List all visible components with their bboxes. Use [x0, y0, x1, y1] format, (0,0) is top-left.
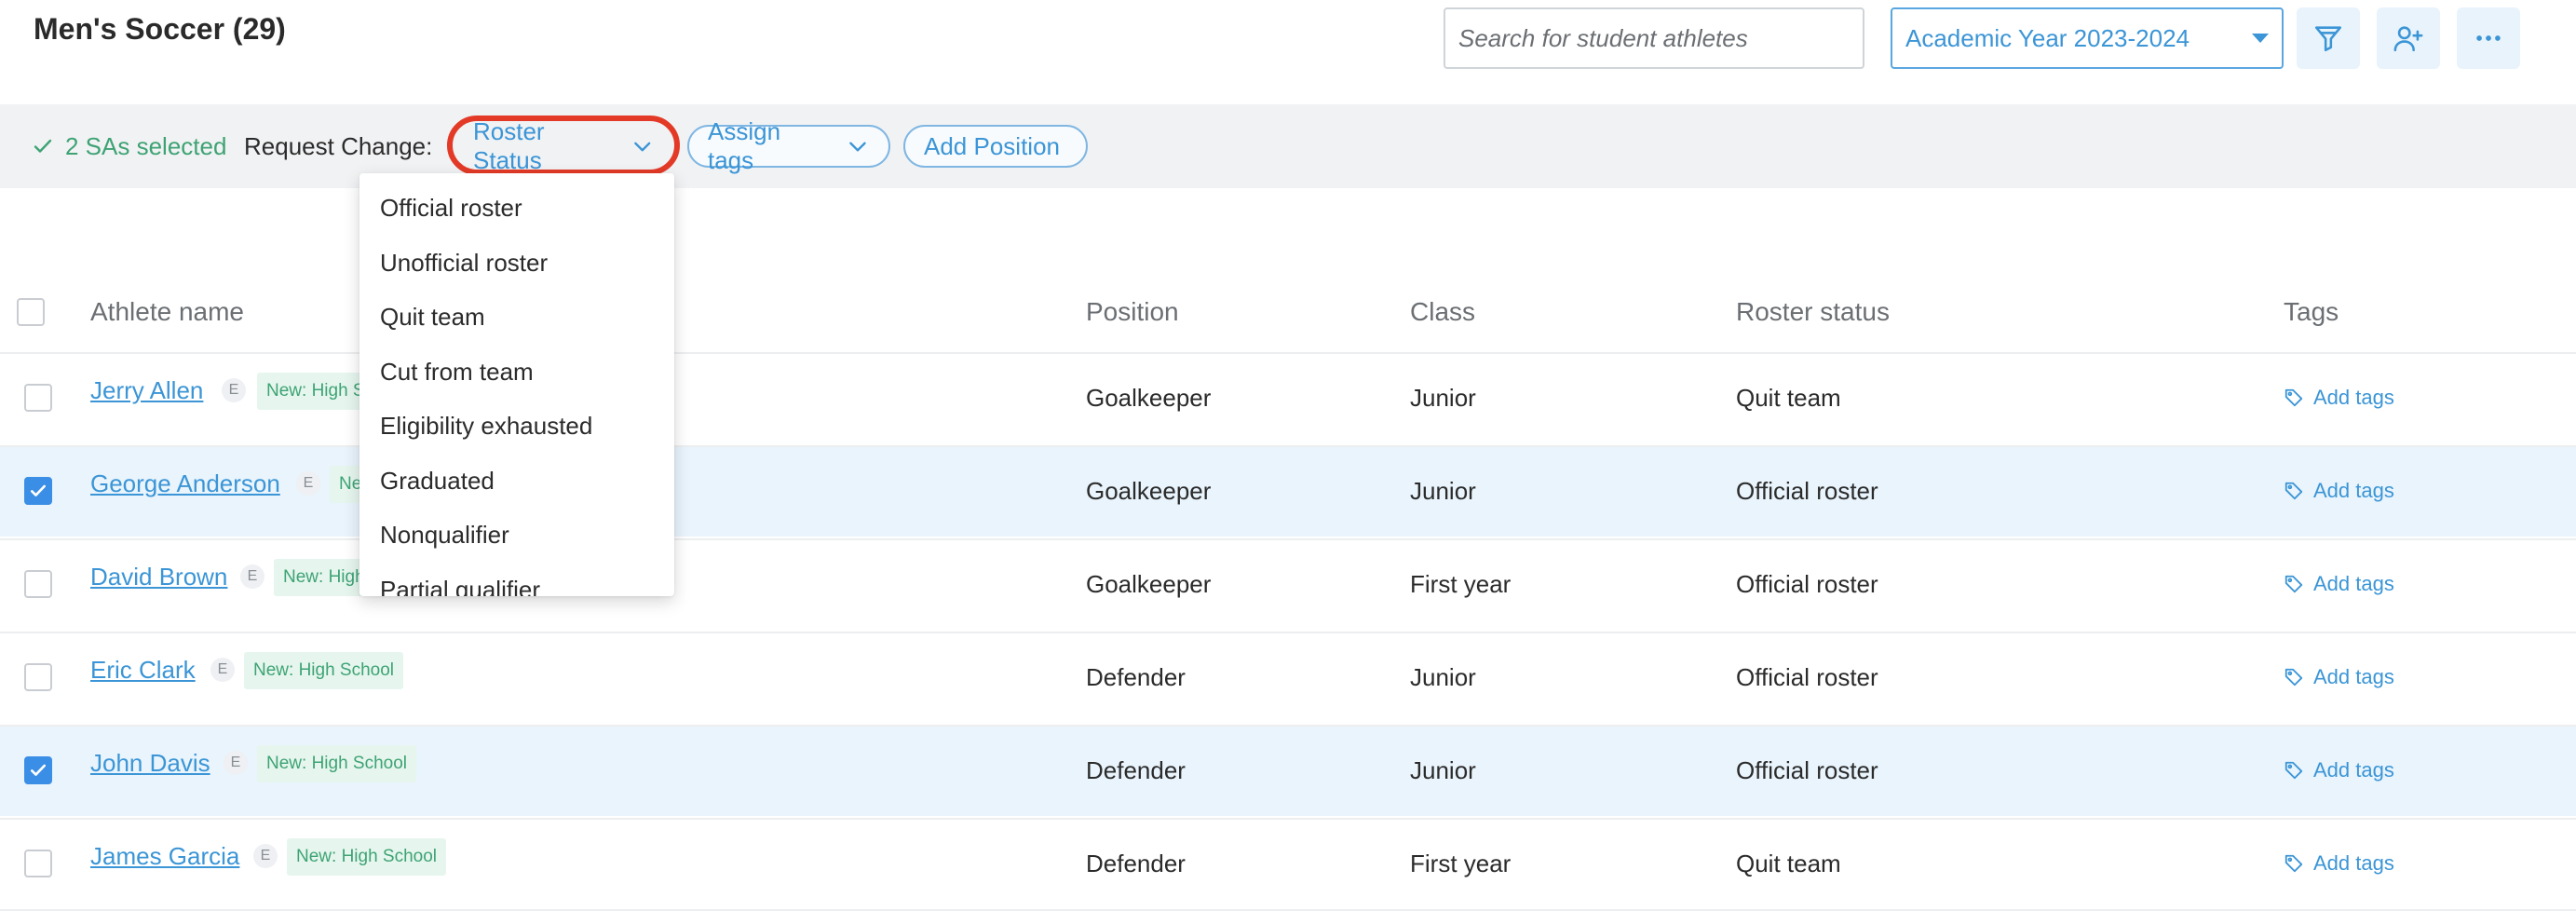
eligibility-badge: E — [296, 471, 320, 496]
table-row[interactable]: Eric Clark E New: High School Defender Junio… — [0, 632, 2576, 723]
roster-status-option[interactable]: Graduated — [380, 465, 495, 496]
row-checkbox[interactable] — [24, 663, 52, 691]
page-title: Men's Soccer (29) — [34, 12, 286, 46]
class-cell: First year — [1410, 570, 1512, 598]
academic-year-value: Academic Year 2023-2024 — [1905, 23, 2190, 52]
more-icon — [2476, 35, 2501, 41]
athlete-name-link[interactable]: George Anderson — [90, 468, 280, 499]
select-all-box[interactable] — [17, 298, 45, 326]
roster-status-menu: Official roster Unofficial roster Quit tea… — [359, 173, 674, 596]
add-athlete-button[interactable] — [2377, 7, 2440, 69]
athlete-name-link[interactable]: John Davis — [90, 747, 210, 779]
more-options-button[interactable] — [2457, 7, 2520, 69]
selected-count: 2 SAs selected — [32, 130, 226, 162]
row-checkbox[interactable] — [24, 477, 52, 505]
tag-icon — [2285, 575, 2303, 593]
add-position-label: Add Position — [924, 131, 1060, 160]
roster-status-cell: Quit team — [1736, 850, 1841, 877]
academic-year-select[interactable]: Academic Year 2023-2024 — [1891, 7, 2284, 69]
roster-status-option[interactable]: Official roster — [380, 192, 522, 224]
chevron-down-icon — [849, 142, 866, 152]
roster-status-option[interactable]: Quit team — [380, 301, 485, 333]
row-checkbox[interactable] — [24, 850, 52, 877]
tag-icon — [2285, 668, 2303, 687]
tag-icon — [2285, 388, 2303, 407]
add-position-button[interactable]: Add Position — [903, 125, 1088, 168]
class-cell: First year — [1410, 850, 1512, 877]
column-header-position[interactable]: Position — [1086, 296, 1179, 328]
checkmark-icon — [31, 484, 47, 496]
add-tags-button[interactable]: Add tags — [2284, 850, 2394, 877]
roster-status-option[interactable]: Nonqualifier — [380, 519, 509, 551]
row-checkbox[interactable] — [24, 570, 52, 598]
eligibility-badge: E — [210, 658, 235, 682]
column-header-athlete[interactable]: Athlete name — [90, 296, 244, 328]
roster-status-cell: Quit team — [1736, 384, 1841, 412]
column-header-tags: Tags — [2284, 297, 2339, 326]
tag-icon — [2285, 761, 2303, 780]
position-cell: Defender — [1086, 850, 1186, 877]
class-cell: Junior — [1410, 477, 1476, 505]
checkmark-icon — [31, 764, 47, 776]
position-cell: Goalkeeper — [1086, 477, 1212, 505]
assign-tags-dropdown[interactable]: Assign tags — [687, 117, 890, 174]
roster-status-option[interactable]: Partial qualifier — [380, 574, 540, 597]
roster-status-cell: Official roster — [1736, 477, 1878, 505]
class-cell: Junior — [1410, 663, 1476, 691]
filter-button[interactable] — [2297, 7, 2360, 69]
position-cell: Goalkeeper — [1086, 384, 1212, 412]
highlight-ring — [447, 116, 680, 175]
add-tags-label: Add tags — [2313, 572, 2394, 595]
add-tags-label: Add tags — [2313, 851, 2394, 875]
column-header-roster-status[interactable]: Roster status — [1736, 296, 1890, 328]
add-tags-button[interactable]: Add tags — [2284, 570, 2394, 598]
roster-status-option[interactable]: Eligibility exhausted — [380, 410, 592, 442]
table-row[interactable]: John Davis E New: High School Defender Junio… — [0, 725, 2576, 816]
add-user-icon — [2393, 26, 2423, 52]
position-cell: Defender — [1086, 756, 1186, 784]
add-tags-label: Add tags — [2313, 386, 2394, 409]
request-change-label: Request Change: — [244, 132, 433, 160]
filter-icon — [2314, 26, 2342, 52]
roster-status-cell: Official roster — [1736, 663, 1878, 691]
roster-status-option[interactable]: Unofficial roster — [380, 247, 548, 279]
table-row[interactable]: James Garcia E New: High School Defender Fir… — [0, 818, 2576, 909]
eligibility-badge: E — [224, 751, 248, 775]
tag-icon — [2285, 854, 2303, 873]
athlete-name-link[interactable]: Jerry Allen — [90, 374, 203, 406]
select-all-checkbox[interactable] — [17, 298, 45, 326]
selected-count-text: 2 SAs selected — [65, 132, 227, 160]
position-cell: Goalkeeper — [1086, 570, 1212, 598]
eligibility-badge: E — [240, 564, 264, 589]
add-tags-button[interactable]: Add tags — [2284, 384, 2394, 412]
status-tag: New: High School — [287, 838, 447, 876]
column-header-class[interactable]: Class — [1410, 296, 1475, 328]
class-cell: Junior — [1410, 756, 1476, 784]
add-tags-label: Add tags — [2313, 665, 2394, 688]
assign-tags-label: Assign tags — [708, 117, 781, 174]
add-tags-button[interactable]: Add tags — [2284, 477, 2394, 505]
roster-status-option[interactable]: Cut from team — [380, 356, 534, 388]
roster-status-cell: Official roster — [1736, 756, 1878, 784]
add-tags-button[interactable]: Add tags — [2284, 756, 2394, 784]
check-icon — [34, 139, 52, 153]
tag-icon — [2285, 482, 2303, 500]
athlete-name-link[interactable]: Eric Clark — [90, 654, 196, 686]
row-checkbox[interactable] — [24, 756, 52, 784]
add-tags-label: Add tags — [2313, 479, 2394, 502]
class-cell: Junior — [1410, 384, 1476, 412]
status-tag: New: High School — [244, 652, 404, 689]
position-cell: Defender — [1086, 663, 1186, 691]
add-tags-button[interactable]: Add tags — [2284, 663, 2394, 691]
caret-down-icon — [2252, 34, 2269, 43]
status-tag: New: High School — [257, 745, 417, 782]
athlete-name-link[interactable]: James Garcia — [90, 840, 239, 872]
search-input[interactable] — [1444, 7, 1864, 69]
athlete-name-link[interactable]: David Brown — [90, 561, 227, 592]
row-checkbox[interactable] — [24, 384, 52, 412]
eligibility-badge: E — [253, 844, 278, 868]
eligibility-badge: E — [222, 378, 246, 402]
roster-status-cell: Official roster — [1736, 570, 1878, 598]
add-tags-label: Add tags — [2313, 758, 2394, 782]
